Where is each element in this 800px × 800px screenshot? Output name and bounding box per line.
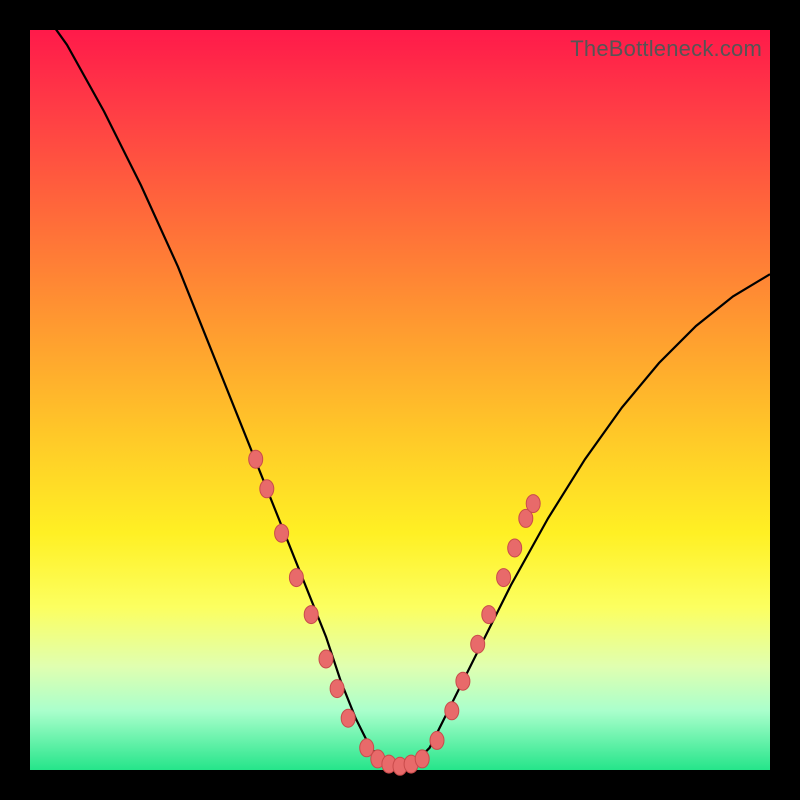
curve-marker xyxy=(319,650,333,668)
curve-marker xyxy=(508,539,522,557)
curve-marker xyxy=(430,731,444,749)
curve-marker xyxy=(456,672,470,690)
curve-marker xyxy=(471,635,485,653)
curve-svg xyxy=(30,30,770,770)
curve-marker xyxy=(304,606,318,624)
curve-marker xyxy=(289,569,303,587)
curve-marker xyxy=(526,495,540,513)
chart-frame: TheBottleneck.com xyxy=(0,0,800,800)
curve-marker xyxy=(341,709,355,727)
curve-marker xyxy=(482,606,496,624)
plot-area: TheBottleneck.com xyxy=(30,30,770,770)
watermark-text: TheBottleneck.com xyxy=(570,36,762,62)
curve-marker xyxy=(497,569,511,587)
curve-marker xyxy=(330,680,344,698)
curve-marker xyxy=(249,450,263,468)
curve-marker xyxy=(260,480,274,498)
curve-marker xyxy=(275,524,289,542)
bottleneck-curve xyxy=(30,0,770,770)
curve-marker xyxy=(415,750,429,768)
curve-marker xyxy=(445,702,459,720)
